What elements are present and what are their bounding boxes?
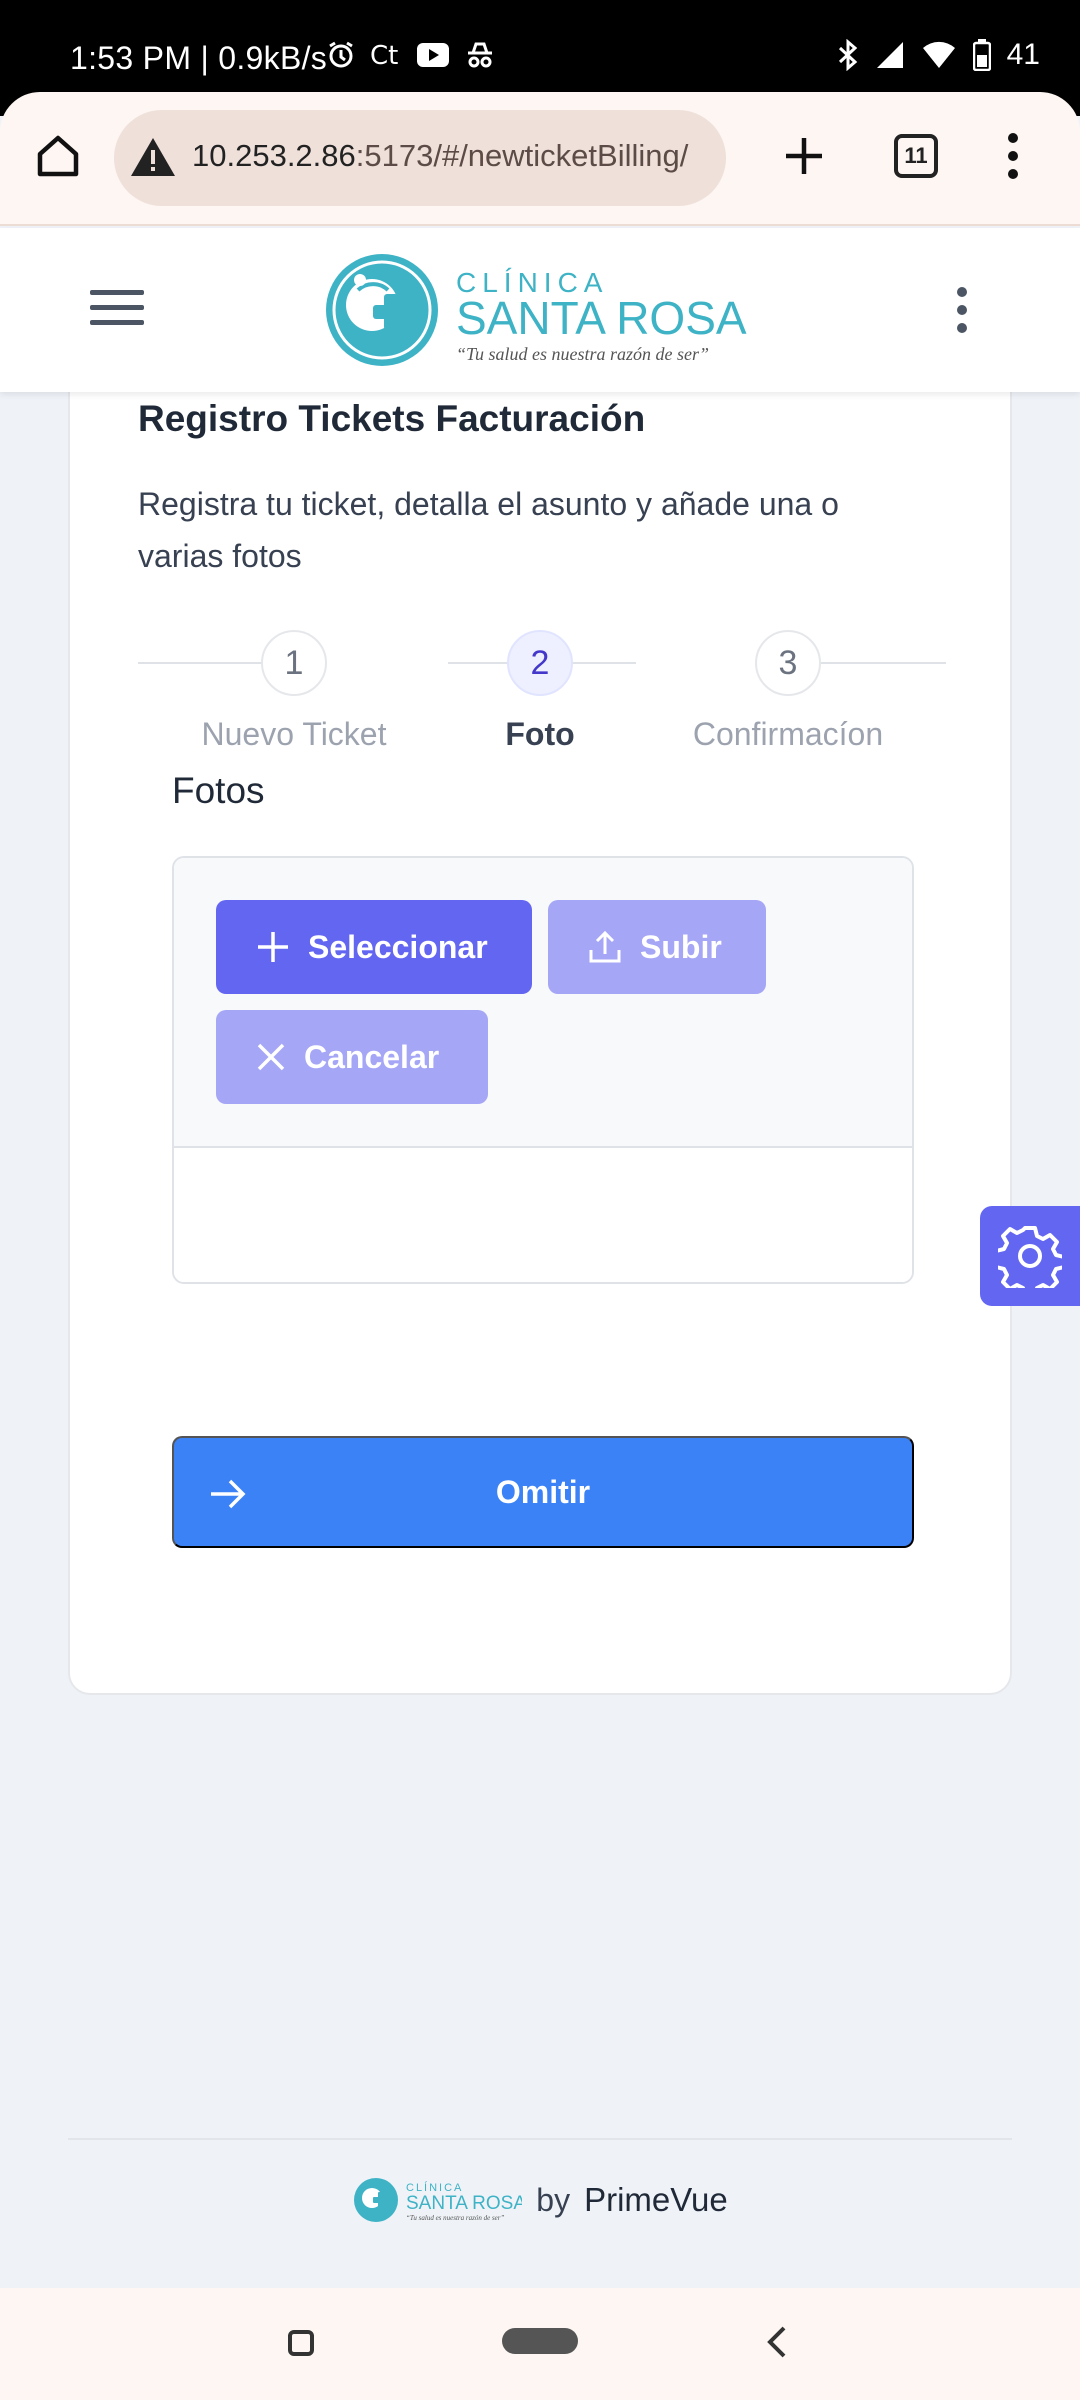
- page-title: Registro Tickets Facturación: [138, 398, 646, 439]
- plus-icon: [258, 932, 288, 962]
- battery-icon: [972, 39, 991, 71]
- back-icon[interactable]: [762, 2324, 792, 2360]
- step-number: 1: [261, 630, 327, 696]
- step-label: Nuevo Ticket: [201, 716, 387, 752]
- upload-icon: [589, 930, 621, 963]
- address-bar[interactable]: 10.253.2.86:5173/#/newticketBilling/: [114, 110, 726, 206]
- select-files-label: Seleccionar: [308, 928, 488, 965]
- home-icon[interactable]: [34, 132, 82, 180]
- browser-menu-icon[interactable]: [1000, 130, 1026, 182]
- arrow-right-icon: [211, 1479, 246, 1509]
- step-label: Foto: [505, 716, 575, 752]
- footer-divider: [68, 2138, 1012, 2140]
- step-label: Confirmacíon: [692, 716, 884, 752]
- step-number: 2: [507, 630, 573, 696]
- cell-signal-icon: [876, 42, 903, 68]
- url-text[interactable]: 10.253.2.86:5173/#/newticketBilling/: [192, 138, 688, 174]
- logo-tagline-text: “Tu salud es nuestra razón de ser”: [456, 344, 709, 364]
- home-gesture-pill[interactable]: [502, 2328, 578, 2354]
- select-files-button[interactable]: Seleccionar: [216, 900, 532, 994]
- page-description: Registra tu ticket, detalla el asunto y …: [138, 486, 839, 574]
- logo-name-text: SANTA ROSA: [456, 292, 747, 344]
- battery-level: 41: [1006, 38, 1040, 71]
- alarm-icon: [329, 41, 353, 68]
- recents-button[interactable]: [288, 2330, 314, 2356]
- footer-brand: PrimeVue: [584, 2181, 728, 2218]
- gear-icon: [998, 1226, 1062, 1288]
- step-new-ticket[interactable]: 1 Nuevo Ticket: [174, 617, 414, 753]
- upload-button[interactable]: Subir: [548, 900, 766, 994]
- step-number: 3: [755, 630, 821, 696]
- incognito-icon: [468, 42, 492, 68]
- svg-text:SANTA ROSA: SANTA ROSA: [406, 2193, 522, 2214]
- section-title: Fotos: [172, 770, 265, 811]
- footer-logo: CLÍNICA SANTA ROSA “Tu salud es nuestra …: [354, 2178, 522, 2222]
- system-nav-bar: [0, 2288, 1080, 2400]
- upload-label: Subir: [640, 928, 722, 965]
- status-system-icons: 41: [837, 38, 1040, 72]
- url-path: :5173/#/newticketBilling/: [355, 138, 689, 173]
- url-host: 10.253.2.86: [192, 138, 356, 173]
- new-tab-icon[interactable]: [780, 132, 828, 180]
- footer-by: by: [536, 2181, 571, 2218]
- menu-toggle-icon[interactable]: [90, 288, 144, 328]
- step-photo[interactable]: 2 Foto: [420, 617, 660, 753]
- close-icon: [257, 1043, 285, 1071]
- clinic-logo-graphic: CLÍNICA SANTA ROSA “Tu salud es nuestra …: [326, 254, 747, 366]
- status-notification-icons: Ct: [326, 40, 496, 70]
- footer: CLÍNICA SANTA ROSA “Tu salud es nuestra …: [0, 2170, 1080, 2230]
- svg-text:“Tu salud es nuestra razón de: “Tu salud es nuestra razón de ser”: [406, 2214, 505, 2222]
- wifi-icon: [922, 41, 955, 68]
- file-upload: Seleccionar Subir Cancelar: [172, 856, 914, 1284]
- browser-toolbar: 10.253.2.86:5173/#/newticketBilling/ 11: [0, 92, 1080, 226]
- not-secure-warning-icon[interactable]: [130, 136, 176, 178]
- file-upload-toolbar: Seleccionar Subir Cancelar: [174, 858, 912, 1148]
- more-options-icon[interactable]: [950, 284, 974, 336]
- ticket-card: Registro Tickets Facturación Registra tu…: [68, 350, 1012, 1695]
- cancel-upload-button[interactable]: Cancelar: [216, 1010, 488, 1104]
- file-drop-area[interactable]: [174, 1150, 912, 1282]
- cancel-label: Cancelar: [304, 1038, 440, 1075]
- skip-button[interactable]: Omitir: [172, 1436, 914, 1548]
- status-time: 1:53 PM | 0.9kB/s: [70, 40, 328, 76]
- youtube-icon: [417, 43, 449, 67]
- steps-indicator: 1 Nuevo Ticket 2 Foto 3 Confirmacíon: [138, 617, 946, 752]
- step-confirmation[interactable]: 3 Confirmacíon: [668, 617, 908, 753]
- layout-config-button[interactable]: [980, 1206, 1080, 1306]
- clinic-logo[interactable]: CLÍNICA SANTA ROSA “Tu salud es nuestra …: [322, 250, 762, 370]
- ct-app-icon: Ct: [370, 41, 398, 70]
- bluetooth-icon: [838, 39, 857, 71]
- tab-switcher-button[interactable]: 11: [894, 134, 938, 178]
- svg-text:Ct: Ct: [370, 41, 398, 70]
- skip-label: Omitir: [495, 1473, 591, 1510]
- app-topbar: CLÍNICA SANTA ROSA “Tu salud es nuestra …: [0, 228, 1080, 392]
